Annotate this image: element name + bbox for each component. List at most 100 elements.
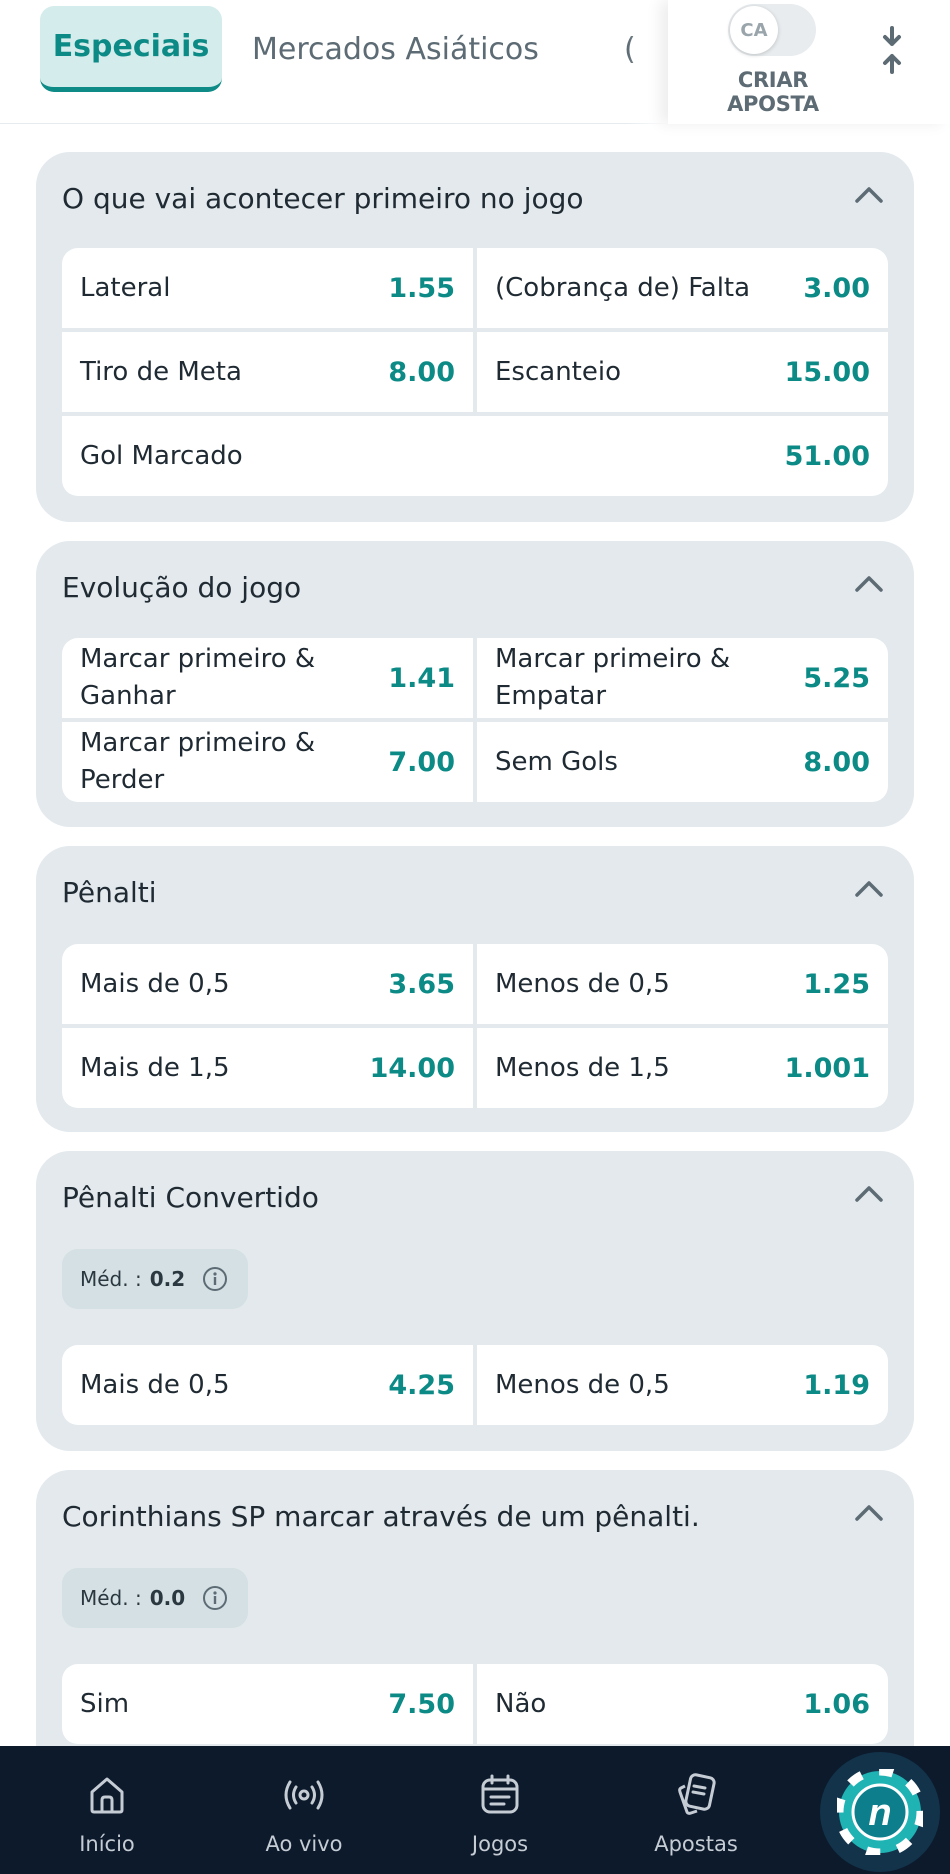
odd-value: 1.06: [803, 1688, 870, 1720]
chevron-up-icon[interactable]: [854, 878, 884, 898]
outcome-label: Mais de 1,5: [80, 1052, 230, 1083]
odd-value: 8.00: [388, 356, 455, 388]
odd-button[interactable]: Marcar primeiro & Ganhar 1.41: [62, 638, 473, 718]
average-value: 0.0: [149, 1586, 186, 1610]
nav-inicio[interactable]: Início: [32, 1746, 182, 1874]
average-badge: Méd. : 0.0: [62, 1568, 248, 1628]
collapse-all-icon[interactable]: [876, 26, 908, 74]
top-tab-bar: Especiais Mercados Asiáticos ( CA CRIAR …: [0, 0, 950, 124]
market-title: Corinthians SP marcar através de um pêna…: [62, 1500, 700, 1533]
odd-value: 3.65: [388, 968, 455, 1000]
market-title: Pênalti: [62, 876, 157, 909]
odd-button[interactable]: Mais de 1,5 14.00: [62, 1028, 473, 1108]
odd-button[interactable]: (Cobrança de) Falta 3.00: [477, 248, 888, 328]
odd-button[interactable]: Menos de 0,5 1.19: [477, 1345, 888, 1425]
bottom-navigation: Início Ao vivo Jogos Apostas: [0, 1746, 950, 1874]
tabs-fade: [628, 0, 668, 124]
outcome-label: Não: [495, 1688, 547, 1719]
market-card-first-event: O que vai acontecer primeiro no jogo Lat…: [36, 152, 914, 522]
odd-button[interactable]: Marcar primeiro & Perder 7.00: [62, 722, 473, 802]
outcome-label: Sem Gols: [495, 746, 618, 777]
outcome-label: Lateral: [80, 272, 171, 303]
nav-label: Jogos: [471, 1832, 529, 1856]
criar-aposta-label[interactable]: CRIAR APOSTA: [696, 68, 850, 116]
outcome-label: Mais de 0,5: [80, 968, 230, 999]
odd-button[interactable]: Marcar primeiro & Empatar 5.25: [477, 638, 888, 718]
market-title: Evolução do jogo: [62, 571, 302, 604]
odd-button[interactable]: Tiro de Meta 8.00: [62, 332, 473, 412]
nav-apostas[interactable]: Apostas: [621, 1746, 771, 1874]
odd-value: 14.00: [369, 1052, 455, 1084]
outcome-label: (Cobrança de) Falta: [495, 272, 751, 303]
odd-value: 1.001: [784, 1052, 870, 1084]
odd-button[interactable]: Escanteio 15.00: [477, 332, 888, 412]
odd-value: 1.41: [388, 662, 455, 694]
criar-aposta-panel: CA CRIAR APOSTA: [668, 0, 950, 124]
outcome-label: Marcar primeiro & Ganhar: [80, 644, 316, 711]
chevron-up-icon[interactable]: [854, 1502, 884, 1522]
outcome-label: Marcar primeiro & Perder: [80, 728, 316, 795]
outcome-label: Gol Marcado: [80, 440, 243, 471]
info-icon[interactable]: [202, 1585, 228, 1611]
chevron-up-icon[interactable]: [854, 573, 884, 593]
odd-button[interactable]: Não 1.06: [477, 1664, 888, 1744]
brand-chip-button[interactable]: n: [820, 1752, 940, 1872]
market-title: O que vai acontecer primeiro no jogo: [62, 182, 584, 215]
bet-slips-icon: [678, 1773, 716, 1815]
outcome-label: Menos de 1,5: [495, 1052, 670, 1083]
outcome-label: Mais de 0,5: [80, 1369, 230, 1400]
nav-jogos[interactable]: Jogos: [425, 1746, 575, 1874]
average-value: 0.2: [149, 1267, 186, 1291]
odd-value: 8.00: [803, 746, 870, 778]
odds-row: Tiro de Meta 8.00 Escanteio 15.00: [62, 332, 888, 412]
chevron-up-icon[interactable]: [854, 184, 884, 204]
odds-grid: Marcar primeiro & Ganhar 1.41 Marcar prim…: [62, 638, 888, 802]
market-card-penalti-convertido: Pênalti Convertido Méd. : 0.2 Mais de 0,…: [36, 1151, 914, 1451]
odd-value: 1.19: [803, 1369, 870, 1401]
nav-ao-vivo[interactable]: Ao vivo: [229, 1746, 379, 1874]
odds-row: Lateral 1.55 (Cobrança de) Falta 3.00: [62, 248, 888, 328]
fab-text: n: [868, 1792, 891, 1834]
outcome-label: Marcar primeiro & Empatar: [495, 644, 731, 711]
odds-grid: Mais de 0,5 4.25 Menos de 0,5 1.19: [62, 1345, 888, 1425]
nav-label: Ao vivo: [265, 1832, 343, 1856]
home-icon: [90, 1777, 124, 1814]
odd-value: 51.00: [784, 440, 870, 472]
average-label: Méd. :: [80, 1586, 142, 1610]
odd-button[interactable]: Sim 7.50: [62, 1664, 473, 1744]
odd-button[interactable]: Menos de 0,5 1.25: [477, 944, 888, 1024]
odd-button[interactable]: Sem Gols 8.00: [477, 722, 888, 802]
calendar-list-icon: [481, 1774, 519, 1814]
tab-especiais[interactable]: Especiais: [40, 6, 222, 92]
odd-value: 3.00: [803, 272, 870, 304]
odds-grid: Sim 7.50 Não 1.06: [62, 1664, 888, 1744]
odd-value: 4.25: [388, 1369, 455, 1401]
odds-row: Mais de 0,5 3.65 Menos de 0,5 1.25: [62, 944, 888, 1024]
info-icon[interactable]: [202, 1266, 228, 1292]
odds-row: Gol Marcado 51.00: [62, 416, 888, 496]
average-label: Méd. :: [80, 1267, 142, 1291]
nav-label: Apostas: [654, 1832, 738, 1856]
odds-row: Mais de 1,5 14.00 Menos de 1,5 1.001: [62, 1028, 888, 1108]
tab-mercados-asiaticos[interactable]: Mercados Asiáticos: [252, 6, 582, 92]
market-card-evolucao: Evolução do jogo Marcar primeiro & Ganha…: [36, 541, 914, 827]
n-chip-icon: n: [837, 1769, 923, 1855]
odd-button[interactable]: Gol Marcado 51.00: [62, 416, 888, 496]
odds-grid: Mais de 0,5 3.65 Menos de 0,5 1.25 Mais de…: [62, 944, 888, 1108]
outcome-label: Menos de 0,5: [495, 1369, 670, 1400]
odd-button[interactable]: Lateral 1.55: [62, 248, 473, 328]
criar-aposta-toggle[interactable]: CA: [728, 4, 816, 56]
odd-button[interactable]: Mais de 0,5 3.65: [62, 944, 473, 1024]
odd-button[interactable]: Menos de 1,5 1.001: [477, 1028, 888, 1108]
odds-row: Marcar primeiro & Ganhar 1.41 Marcar prim…: [62, 638, 888, 718]
odds-row: Sim 7.50 Não 1.06: [62, 1664, 888, 1744]
odds-row: Mais de 0,5 4.25 Menos de 0,5 1.19: [62, 1345, 888, 1425]
toggle-knob: CA: [730, 6, 778, 54]
chevron-up-icon[interactable]: [854, 1183, 884, 1203]
odds-row: Marcar primeiro & Perder 7.00 Sem Gols 8.0…: [62, 722, 888, 802]
odd-value: 15.00: [784, 356, 870, 388]
outcome-label: Escanteio: [495, 356, 622, 387]
odd-button[interactable]: Mais de 0,5 4.25: [62, 1345, 473, 1425]
outcome-label: Sim: [80, 1688, 130, 1719]
outcome-label: Menos de 0,5: [495, 968, 670, 999]
